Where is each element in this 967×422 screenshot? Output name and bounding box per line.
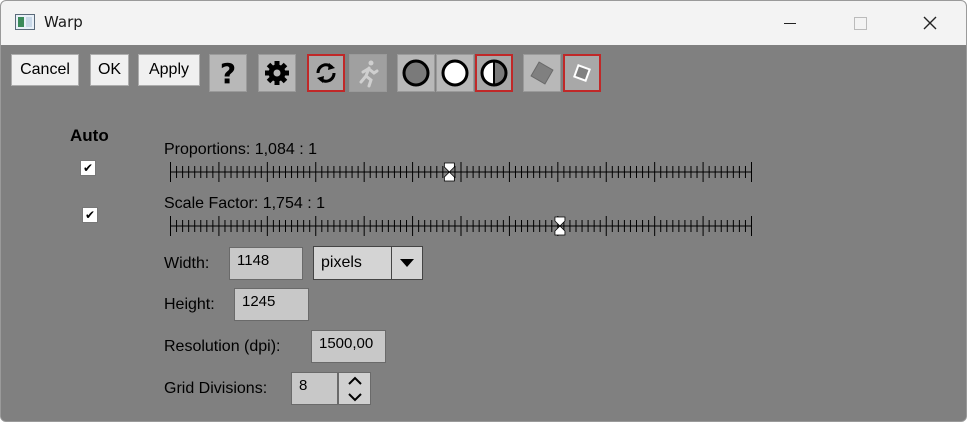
mode-dark-circle-button[interactable] bbox=[397, 54, 435, 92]
close-icon bbox=[923, 16, 937, 30]
question-icon: ? bbox=[220, 58, 236, 88]
apply-button[interactable]: Apply bbox=[138, 54, 200, 86]
cancel-button[interactable]: Cancel bbox=[11, 54, 79, 86]
app-window-icon bbox=[15, 14, 35, 30]
ok-button[interactable]: OK bbox=[90, 54, 129, 86]
resolution-label: Resolution (dpi): bbox=[164, 338, 281, 355]
auto-scale-checkbox[interactable]: ✔ bbox=[82, 207, 98, 223]
height-label: Height: bbox=[164, 296, 215, 313]
grid-divisions-label: Grid Divisions: bbox=[164, 380, 268, 397]
filled-circle-icon bbox=[402, 59, 430, 87]
maximize-button[interactable] bbox=[837, 1, 883, 45]
resolution-field[interactable]: 1500,00 bbox=[311, 330, 386, 363]
scale-factor-label: Scale Factor: 1,754 : 1 bbox=[164, 195, 325, 212]
title-bar[interactable]: Warp bbox=[1, 1, 966, 45]
spin-down-button[interactable] bbox=[339, 389, 370, 404]
rotate-small-button[interactable] bbox=[563, 54, 601, 92]
chevron-down-icon bbox=[400, 259, 414, 267]
half-circle-icon bbox=[480, 59, 508, 87]
run-button[interactable] bbox=[349, 54, 387, 92]
auto-proportions-checkbox[interactable]: ✔ bbox=[80, 160, 96, 176]
mode-light-circle-button[interactable] bbox=[436, 54, 474, 92]
close-button[interactable] bbox=[907, 1, 953, 45]
chevron-down-icon bbox=[347, 392, 362, 401]
refresh-toggle[interactable] bbox=[307, 54, 345, 92]
chevron-up-icon bbox=[347, 376, 362, 385]
grid-divisions-field[interactable]: 8 bbox=[291, 372, 338, 405]
maximize-icon bbox=[853, 16, 867, 30]
scale-factor-slider[interactable] bbox=[170, 215, 752, 237]
mode-half-circle-button[interactable] bbox=[475, 54, 513, 92]
svg-text:?: ? bbox=[220, 58, 236, 88]
grid-divisions-spinner[interactable] bbox=[338, 372, 371, 405]
width-label: Width: bbox=[164, 255, 210, 272]
running-man-icon bbox=[359, 60, 379, 88]
proportions-slider[interactable] bbox=[170, 161, 752, 183]
height-field[interactable]: 1245 bbox=[234, 288, 309, 321]
help-button[interactable]: ? bbox=[209, 54, 247, 92]
rotate-large-button[interactable] bbox=[523, 54, 561, 92]
minimize-button[interactable] bbox=[767, 1, 813, 45]
rotated-small-square-icon bbox=[573, 64, 591, 82]
dropdown-arrow-button[interactable] bbox=[391, 247, 422, 279]
refresh-icon bbox=[316, 63, 336, 83]
unit-select[interactable]: pixels bbox=[313, 246, 423, 280]
hollow-circle-icon bbox=[441, 59, 469, 87]
spin-up-button[interactable] bbox=[339, 373, 370, 388]
unit-select-value: pixels bbox=[321, 254, 362, 271]
rotated-square-icon bbox=[530, 61, 554, 85]
auto-label: Auto bbox=[70, 126, 109, 145]
minimize-icon bbox=[784, 22, 796, 24]
dialog-client: Cancel OK Apply ? Auto ✔ ✔ Proportions: … bbox=[1, 45, 966, 421]
proportions-label: Proportions: 1,084 : 1 bbox=[164, 141, 317, 158]
settings-button[interactable] bbox=[258, 54, 296, 92]
warp-window: Warp Cancel OK Apply ? Auto ✔ ✔ Proporti… bbox=[0, 0, 967, 422]
width-field[interactable]: 1148 bbox=[229, 247, 303, 280]
gear-icon bbox=[265, 61, 289, 85]
window-title: Warp bbox=[44, 13, 83, 31]
